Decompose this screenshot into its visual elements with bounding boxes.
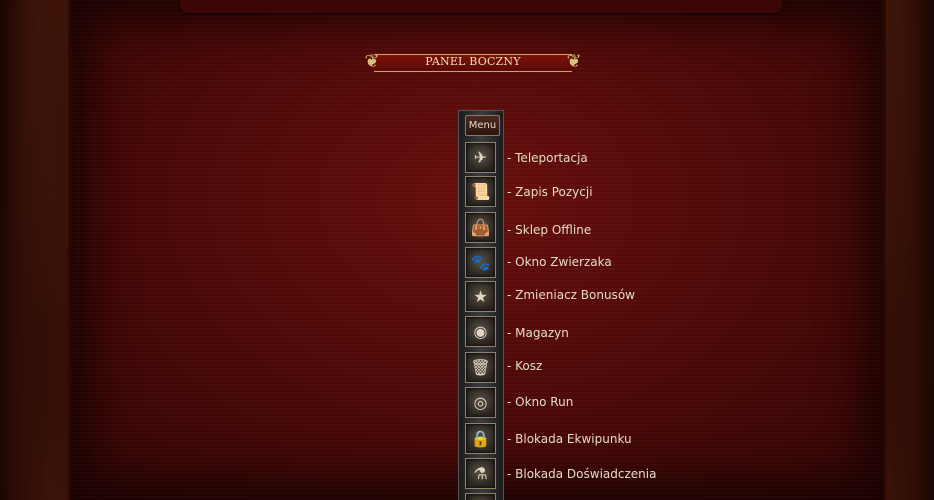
equipment-lock-icon[interactable]: 🔒 <box>465 423 496 454</box>
item-label-zapis-pozycji: - Zapis Pozycji <box>507 185 593 199</box>
top-content-box <box>180 0 782 13</box>
partial-item-icon[interactable] <box>465 493 496 500</box>
position-scroll-icon[interactable]: 📜 <box>465 176 496 207</box>
paw-icon[interactable]: 🐾 <box>465 247 496 278</box>
menu-button[interactable]: Menu <box>465 115 500 136</box>
star-bonus-icon[interactable]: ★ <box>465 281 496 312</box>
panel-title: PANEL BOCZNY <box>425 55 521 68</box>
item-label-teleportacja: - Teleportacja <box>507 151 588 165</box>
teleport-scroll-icon[interactable]: ✈ <box>465 142 496 173</box>
section-banner: ❦ ❦ PANEL BOCZNY <box>362 44 584 80</box>
page: ❦ ❦ PANEL BOCZNY Menu ✈ - Teleportacja 📜… <box>0 0 934 500</box>
item-label-magazyn: - Magazyn <box>507 326 569 340</box>
item-label-kosz: - Kosz <box>507 359 543 373</box>
rune-eye-icon[interactable]: ◎ <box>465 387 496 418</box>
trash-icon[interactable]: 🗑 <box>465 352 496 383</box>
item-label-sklep-offline: - Sklep Offline <box>507 223 592 237</box>
bag-icon[interactable]: 👜 <box>465 212 496 243</box>
experience-lock-icon[interactable]: ⚗ <box>465 458 496 489</box>
item-label-zmieniacz-bonusow: - Zmieniacz Bonusów <box>507 288 635 302</box>
item-label-blokada-doswiadczenia: - Blokada Doświadczenia <box>507 467 657 481</box>
item-label-okno-run: - Okno Run <box>507 395 574 409</box>
item-label-okno-zwierzaka: - Okno Zwierzaka <box>507 255 612 269</box>
item-label-blokada-ekwipunku: - Blokada Ekwipunku <box>507 432 632 446</box>
warehouse-orb-icon[interactable]: ◉ <box>465 316 496 347</box>
